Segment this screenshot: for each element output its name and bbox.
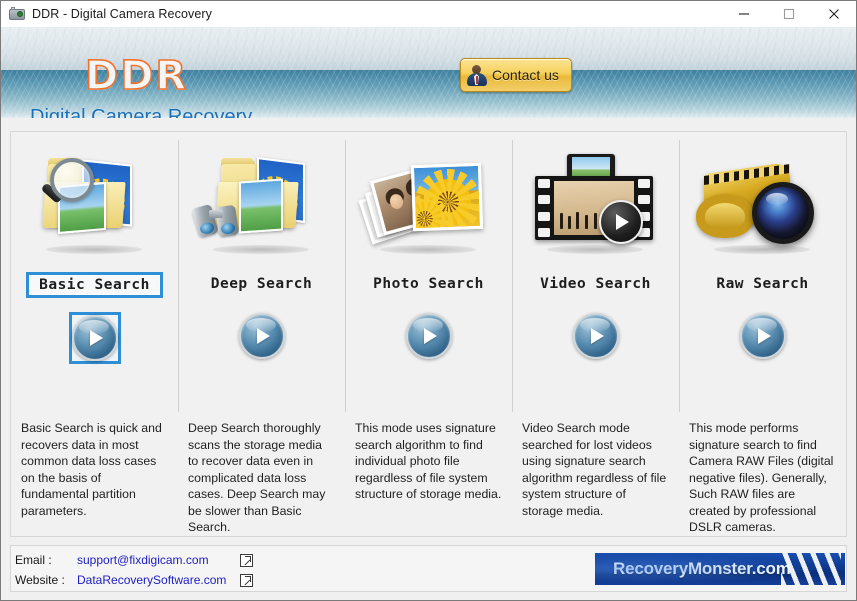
mode-label-basic-search[interactable]: Basic Search [26, 272, 163, 298]
website-row: Website : DataRecoverySoftware.com [15, 570, 253, 590]
external-link-icon-email[interactable] [240, 553, 253, 567]
mode-play-wrap-deep-search [236, 310, 288, 362]
mode-video-search[interactable]: Video Search Video Search mode searched … [512, 132, 679, 536]
minimize-button[interactable] [721, 1, 766, 27]
mode-description-video-search: Video Search mode searched for lost vide… [522, 421, 667, 518]
application-window: DDR - Digital Camera Recovery DDR Digita… [0, 0, 857, 601]
folder-binoculars-icon [187, 146, 337, 258]
mode-description-basic-search: Basic Search is quick and recovers data … [21, 421, 162, 518]
ddr-logo: DDR [84, 52, 189, 100]
mode-label-video-search[interactable]: Video Search [530, 272, 661, 296]
play-button-raw-search[interactable] [739, 313, 786, 359]
window-title: DDR - Digital Camera Recovery [32, 7, 213, 21]
mode-deep-search[interactable]: Deep Search Deep Search thoroughly scans… [178, 132, 345, 536]
app-header-banner: DDR Digital Camera Recovery Contact us [1, 27, 856, 118]
website-label: Website : [15, 573, 65, 587]
play-button-basic-search[interactable] [71, 315, 118, 361]
folder-magnifier-icon [20, 146, 170, 258]
website-link[interactable]: DataRecoverySoftware.com [77, 573, 237, 587]
recoverymonster-banner[interactable]: RecoveryMonster.com [595, 553, 845, 585]
play-button-photo-search[interactable] [405, 313, 452, 359]
binoculars-icon [190, 203, 247, 239]
contact-us-button[interactable]: Contact us [460, 58, 572, 92]
brand-stripes-icon [781, 553, 841, 585]
mode-label-deep-search[interactable]: Deep Search [201, 272, 323, 296]
contact-us-label: Contact us [492, 67, 559, 83]
person-icon [466, 63, 488, 87]
film-roll-lens-icon [688, 146, 838, 258]
mode-photo-search[interactable]: Photo Search This mode uses signature se… [345, 132, 512, 536]
mode-play-wrap-raw-search [737, 310, 789, 362]
mode-play-wrap-video-search [570, 310, 622, 362]
maximize-button[interactable] [766, 1, 811, 27]
email-row: Email : support@fixdigicam.com [15, 550, 253, 570]
mode-description-photo-search: This mode uses signature search algorith… [355, 421, 502, 501]
mode-play-wrap-photo-search [403, 310, 455, 362]
recovery-modes-list: Basic Search Basic Search is quick and r… [11, 132, 846, 536]
camera-icon [9, 6, 25, 22]
mode-label-photo-search[interactable]: Photo Search [363, 272, 494, 296]
mode-basic-search[interactable]: Basic Search Basic Search is quick and r… [11, 132, 178, 536]
close-button[interactable] [811, 1, 856, 27]
mode-raw-search[interactable]: Raw Search This mode performs signature … [679, 132, 846, 536]
play-button-deep-search[interactable] [238, 313, 285, 359]
title-bar: DDR - Digital Camera Recovery [1, 1, 856, 28]
play-overlay-icon [598, 200, 643, 244]
brand-label: RecoveryMonster.com [613, 559, 791, 578]
mode-label-raw-search[interactable]: Raw Search [706, 272, 818, 296]
email-link[interactable]: support@fixdigicam.com [77, 553, 237, 567]
contact-info: Email : support@fixdigicam.com Website :… [15, 550, 253, 590]
mode-description-deep-search: Deep Search thoroughly scans the storage… [188, 421, 326, 534]
film-strip-play-icon [521, 146, 671, 258]
camera-lens-icon [751, 182, 814, 244]
recovery-modes-panel: Basic Search Basic Search is quick and r… [10, 131, 847, 537]
photo-stack-icon [354, 146, 504, 258]
footer-bar: Email : support@fixdigicam.com Website :… [10, 545, 847, 592]
email-label: Email : [15, 553, 52, 567]
window-controls [721, 1, 856, 27]
mode-play-wrap-basic-search [68, 312, 121, 364]
app-tagline: Digital Camera Recovery [30, 106, 253, 118]
play-button-video-search[interactable] [572, 313, 619, 359]
external-link-icon-website[interactable] [240, 573, 253, 587]
mode-description-raw-search: This mode performs signature search to f… [689, 421, 834, 534]
